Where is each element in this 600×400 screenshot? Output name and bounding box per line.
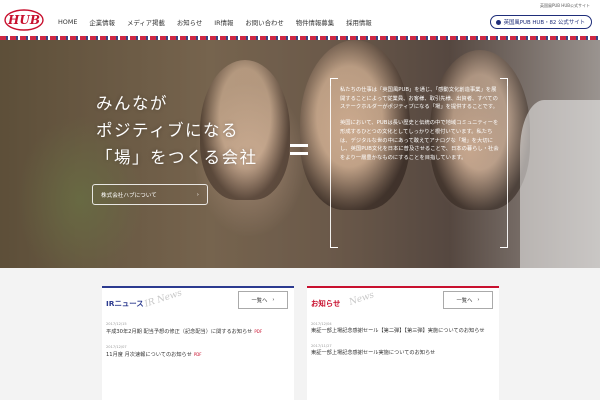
hero-title-line: 「場」をつくる会社 (96, 148, 258, 167)
info-news-card: お知らせ News 一覧へ › 2017/12/04 東証一部上場記念感謝セール… (307, 286, 499, 400)
pdf-icon: PDF (254, 329, 263, 334)
ir-news-more-button[interactable]: 一覧へ › (238, 291, 288, 309)
hero-title: みんなが ポジティブになる 「場」をつくる会社 (96, 90, 258, 171)
nav-home[interactable]: HOME (58, 18, 77, 27)
info-news-title: お知らせ (311, 299, 341, 308)
mission-paragraph: 英国において、PUBは長い歴史と伝統の中で地域コミュニティーを形成するひとつの文… (340, 120, 499, 161)
svg-text:HUB: HUB (7, 13, 40, 27)
nav-contact[interactable]: お問い合わせ (245, 18, 283, 27)
item-title: 11月度 月次速報についてのお知らせ (106, 351, 192, 358)
about-button-label: 株式会社ハブについて (101, 192, 157, 199)
ir-news-title: IRニュース (106, 299, 144, 308)
nav-news[interactable]: お知らせ (177, 18, 202, 27)
list-item[interactable]: 2017/11/27 東証一部上場記念感謝セール実施についてのお知らせ (311, 344, 495, 358)
pub-button-label: 英国風PUB HUB・82 公式サイト (503, 20, 585, 26)
site-header: HUB 英国風PUB HUB公式サイト HOME 企業情報 メディア掲載 お知ら… (0, 0, 600, 40)
equals-mark (290, 144, 308, 160)
news-section: IRニュース IR News 一覧へ › 2017/12/15 平成30年2月期… (0, 268, 600, 400)
item-title: 東証一部上場記念感謝セール【第二弾】【第三弾】実施についてのお知らせ (311, 328, 485, 334)
item-date: 2017/12/07 (106, 344, 127, 349)
pdf-icon: PDF (193, 351, 202, 357)
hero-title-line: みんなが (96, 94, 168, 113)
chevron-right-icon: › (196, 191, 199, 198)
nav-property[interactable]: 物件情報募集 (296, 18, 334, 27)
nav-company[interactable]: 企業情報 (89, 18, 115, 27)
main-nav: HOME 企業情報 メディア掲載 お知らせ IR情報 お問い合わせ 物件情報募集… (58, 18, 384, 27)
info-news-more-button[interactable]: 一覧へ › (443, 291, 493, 309)
item-title: 平成30年2月期 配当予想の修正（記念配当）に関するお知らせ (106, 329, 253, 335)
item-date: 2017/12/15 (106, 322, 127, 326)
chevron-right-icon: › (477, 297, 480, 303)
pub-icon (495, 19, 501, 25)
list-item[interactable]: 2017/12/04 東証一部上場記念感謝セール【第二弾】【第三弾】実施について… (311, 322, 495, 336)
hero-section: みんなが ポジティブになる 「場」をつくる会社 株式会社ハブについて › 私たち… (0, 40, 600, 268)
hero-title-line: ポジティブになる (96, 121, 240, 140)
info-news-subtitle: News (348, 290, 376, 308)
list-item[interactable]: 2017/12/15 平成30年2月期 配当予想の修正（記念配当）に関するお知ら… (106, 322, 290, 337)
ir-news-subtitle: IR News (143, 288, 184, 310)
ir-news-card: IRニュース IR News 一覧へ › 2017/12/15 平成30年2月期… (102, 286, 294, 400)
item-title: 東証一部上場記念感謝セール実施についてのお知らせ (311, 349, 436, 356)
about-company-button[interactable]: 株式会社ハブについて › (92, 184, 208, 205)
item-date: 2017/11/27 (311, 343, 332, 348)
more-label: 一覧へ (251, 298, 268, 304)
list-item[interactable]: 2017/12/07 11月度 月次速報についてのお知らせ PDF (106, 345, 290, 360)
more-label: 一覧へ (456, 298, 473, 304)
nav-media[interactable]: メディア掲載 (127, 18, 165, 27)
corporate-site-link[interactable]: 英国風PUB HUB公式サイト (540, 3, 590, 9)
chevron-right-icon: › (272, 297, 275, 303)
mission-paragraph: 私たちの仕事は「英国風PUB」を通じ、「感動文化創造事業」を展開することによって… (340, 87, 498, 111)
nav-recruit[interactable]: 採用情報 (346, 18, 372, 27)
pub-official-site-button[interactable]: 英国風PUB HUB・82 公式サイト (489, 15, 592, 29)
mission-frame: 私たちの仕事は「英国風PUB」を通じ、「感動文化創造事業」を展開することによって… (330, 78, 508, 248)
item-date: 2017/12/04 (311, 322, 332, 326)
hero-photo-person (520, 100, 600, 268)
nav-ir[interactable]: IR情報 (214, 18, 233, 27)
hub-logo[interactable]: HUB (4, 9, 44, 31)
mission-text: 私たちの仕事は「英国風PUB」を通じ、「感動文化創造事業」を展開することによって… (340, 86, 500, 170)
